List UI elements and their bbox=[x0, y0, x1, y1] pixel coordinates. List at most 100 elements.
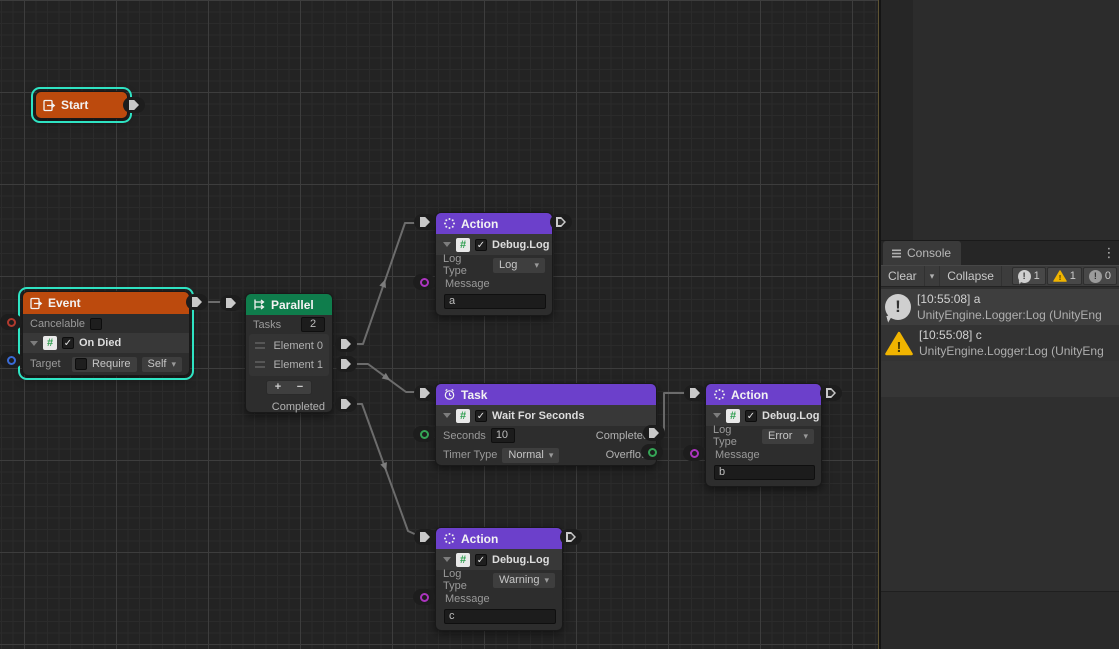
target-mode-dropdown[interactable]: Self bbox=[142, 357, 183, 372]
wire-completed-action[interactable] bbox=[350, 404, 419, 536]
handler-enabled-checkbox[interactable] bbox=[475, 554, 487, 566]
log-type-label: Log Type bbox=[443, 568, 488, 592]
warning-filter-toggle[interactable]: ! 1 bbox=[1047, 267, 1082, 285]
log-type-dropdown[interactable]: Warning bbox=[493, 573, 555, 588]
add-element-button[interactable]: + bbox=[275, 381, 281, 394]
action-top-output-port[interactable] bbox=[550, 214, 572, 230]
error-icon bbox=[1089, 270, 1102, 283]
clear-dropdown-icon[interactable] bbox=[925, 266, 941, 286]
handler-enabled-checkbox[interactable] bbox=[475, 239, 487, 251]
log-filter-toggle[interactable]: 1 bbox=[1012, 267, 1046, 285]
action-bottom-message-port[interactable] bbox=[413, 589, 435, 605]
seconds-label: Seconds bbox=[443, 430, 486, 442]
tasks-count-field[interactable]: 2 bbox=[301, 317, 325, 332]
event-target-port[interactable] bbox=[0, 352, 22, 368]
script-icon bbox=[456, 238, 470, 252]
chevron-down-icon bbox=[545, 574, 550, 586]
action-top-message-port[interactable] bbox=[413, 274, 435, 290]
action-icon bbox=[443, 217, 456, 230]
message-label: Message bbox=[715, 449, 760, 461]
require-toggle[interactable]: Require bbox=[72, 357, 137, 372]
handler-enabled-checkbox[interactable] bbox=[745, 410, 757, 422]
chevron-down-icon bbox=[549, 449, 554, 461]
console-tabbar: Console bbox=[881, 241, 1119, 265]
svg-text:!: ! bbox=[897, 340, 902, 356]
action-bottom-input-port[interactable] bbox=[414, 529, 436, 545]
panel-menu-icon[interactable] bbox=[1099, 245, 1119, 261]
action-bottom-output-port[interactable] bbox=[560, 529, 582, 545]
cancelable-label: Cancelable bbox=[30, 318, 85, 330]
action-node-right[interactable]: Action Debug.Log Log Type Error Message … bbox=[705, 383, 822, 487]
log-type-dropdown[interactable]: Error bbox=[762, 429, 814, 444]
log-type-dropdown[interactable]: Log bbox=[493, 258, 545, 273]
target-label: Target bbox=[30, 358, 61, 370]
remove-element-button[interactable]: − bbox=[297, 381, 303, 394]
drag-handle-icon[interactable] bbox=[255, 361, 265, 368]
start-output-port[interactable] bbox=[123, 97, 145, 113]
foldout-icon[interactable] bbox=[713, 413, 721, 418]
message-field[interactable]: c bbox=[444, 609, 556, 624]
script-icon bbox=[456, 553, 470, 567]
action-right-message-port[interactable] bbox=[683, 445, 705, 461]
cancelable-checkbox[interactable] bbox=[90, 318, 102, 330]
foldout-icon[interactable] bbox=[30, 341, 38, 346]
list-item[interactable]: Element 0 bbox=[249, 336, 329, 355]
empty-row-stripe bbox=[881, 361, 1119, 397]
parallel-input-port[interactable] bbox=[220, 295, 242, 311]
task-node[interactable]: Task Wait For Seconds Seconds 10 Complet… bbox=[435, 383, 657, 466]
node-title: Task bbox=[461, 388, 487, 402]
clear-button[interactable]: Clear bbox=[881, 266, 925, 286]
action-right-input-port[interactable] bbox=[684, 385, 706, 401]
event-cancel-port[interactable] bbox=[0, 314, 22, 330]
list-item[interactable]: Element 1 bbox=[249, 355, 329, 374]
task-seconds-port[interactable] bbox=[413, 426, 435, 442]
parallel-completed-port[interactable] bbox=[335, 396, 357, 412]
parallel-node[interactable]: Parallel Tasks 2 Element 0 Element 1 + − bbox=[245, 293, 333, 413]
foldout-icon[interactable] bbox=[443, 557, 451, 562]
warning-icon: ! bbox=[885, 331, 913, 356]
drag-handle-icon[interactable] bbox=[255, 342, 265, 349]
console-log-list: [10:55:08] a UnityEngine.Logger:Log (Uni… bbox=[881, 287, 1119, 591]
action-right-output-port[interactable] bbox=[820, 385, 842, 401]
event-output-port[interactable] bbox=[186, 294, 208, 310]
log-entry[interactable]: ! [10:55:08] c UnityEngine.Logger:Log (U… bbox=[881, 325, 1119, 361]
tab-console[interactable]: Console bbox=[883, 241, 961, 265]
handler-label: Debug.Log bbox=[762, 410, 819, 422]
task-overflow-port[interactable] bbox=[641, 444, 663, 460]
message-field[interactable]: a bbox=[444, 294, 546, 309]
handler-enabled-checkbox[interactable] bbox=[475, 410, 487, 422]
event-node[interactable]: Event Cancelable On Died Target Require bbox=[22, 291, 190, 376]
message-field[interactable]: b bbox=[714, 465, 815, 480]
node-title: Start bbox=[61, 98, 88, 112]
chevron-down-icon bbox=[534, 259, 539, 271]
error-filter-toggle[interactable]: 0 bbox=[1083, 267, 1117, 285]
task-completed-port[interactable] bbox=[643, 425, 665, 441]
collapse-button[interactable]: Collapse bbox=[940, 266, 1002, 286]
log-entry[interactable]: [10:55:08] a UnityEngine.Logger:Log (Uni… bbox=[881, 289, 1119, 325]
seconds-field[interactable]: 10 bbox=[491, 428, 515, 443]
log-filter-toggles: 1 ! 1 0 bbox=[1012, 266, 1119, 286]
node-title: Parallel bbox=[271, 298, 314, 312]
completed-label: Completed bbox=[596, 430, 649, 442]
foldout-icon[interactable] bbox=[443, 242, 451, 247]
graph-canvas[interactable]: Start Event Cancelable On Died bbox=[0, 0, 878, 649]
task-input-port[interactable] bbox=[414, 385, 436, 401]
action-node-top[interactable]: Action Debug.Log Log Type Log Message a bbox=[435, 212, 553, 316]
svg-text:!: ! bbox=[1058, 273, 1061, 282]
require-checkbox[interactable] bbox=[75, 358, 87, 370]
event-icon bbox=[43, 99, 56, 112]
log-type-label: Log Type bbox=[713, 424, 757, 448]
action-top-input-port[interactable] bbox=[414, 214, 436, 230]
foldout-icon[interactable] bbox=[443, 413, 451, 418]
node-title: Action bbox=[461, 217, 498, 231]
timer-type-dropdown[interactable]: Normal bbox=[502, 448, 559, 463]
completed-label: Completed bbox=[272, 401, 325, 413]
action-node-bottom[interactable]: Action Debug.Log Log Type Warning Messag… bbox=[435, 527, 563, 631]
node-title: Action bbox=[731, 388, 768, 402]
element0-output-port[interactable] bbox=[335, 336, 357, 352]
start-node[interactable]: Start bbox=[35, 91, 128, 119]
handler-enabled-checkbox[interactable] bbox=[62, 337, 74, 349]
event-icon bbox=[30, 297, 43, 310]
element1-output-port[interactable] bbox=[335, 356, 357, 372]
script-icon bbox=[726, 409, 740, 423]
